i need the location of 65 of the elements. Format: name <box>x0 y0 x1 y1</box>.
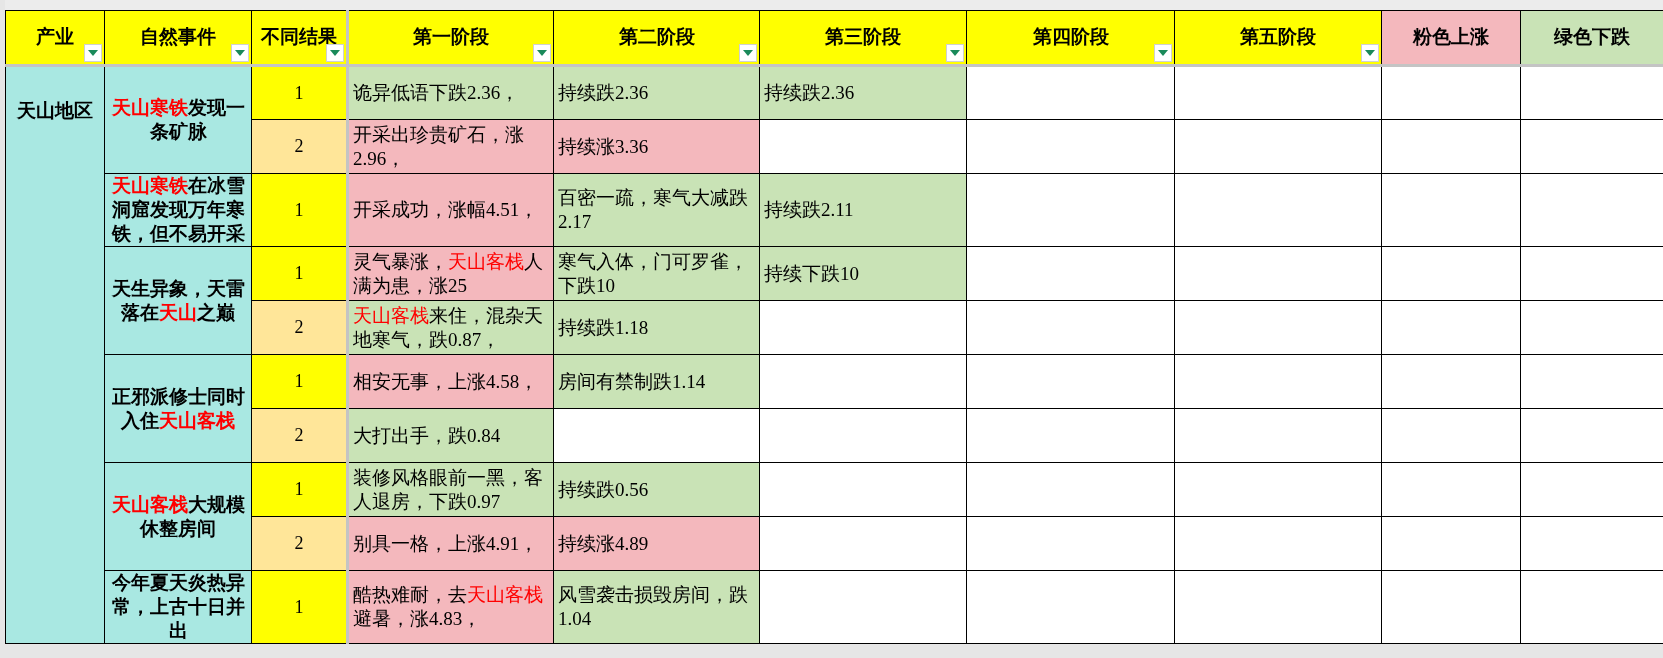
filter-dropdown-button[interactable] <box>84 44 102 62</box>
stage-cell: 灵气暴涨，天山客栈人满为患，涨25 <box>347 246 554 301</box>
stage-cell: 酷热难耐，去天山客栈 避暑，涨4.83， <box>347 570 554 644</box>
event-cell: 天生异象，天雷落在天山之巅 <box>104 246 252 355</box>
caret-icon <box>1365 50 1375 56</box>
stage-cell: 持续涨3.36 <box>553 119 760 174</box>
result-cell: 1 <box>251 173 348 247</box>
result-cell: 2 <box>251 119 348 174</box>
industry-cell: 天山地区 <box>5 65 105 644</box>
caret-icon <box>950 50 960 56</box>
stage-cell: 装修风格眼前一黑，客人退房，下跌0.97 <box>347 462 554 517</box>
column-header: 第五阶段 <box>1174 10 1382 66</box>
event-cell: 天山寒铁发现一条矿脉 <box>104 65 252 174</box>
stage-cell: 相安无事，上涨4.58， <box>347 354 554 409</box>
stage-cell: 房间有禁制跌1.14 <box>553 354 760 409</box>
stage-cell: 持续跌2.36 <box>759 65 967 120</box>
result-cell: 1 <box>251 246 348 301</box>
column-header: 产业 <box>5 10 105 66</box>
result-cell: 1 <box>251 462 348 517</box>
stage-cell: 开采成功，涨幅4.51， <box>347 173 554 247</box>
stage-cell: 风雪袭击损毁房间，跌1.04 <box>553 570 760 644</box>
filter-dropdown-button[interactable] <box>739 44 757 62</box>
result-cell: 2 <box>251 516 348 571</box>
event-cell: 正邪派修士同时入住天山客栈 <box>104 354 252 463</box>
stage-cell: 持续跌2.11 <box>759 173 967 247</box>
stage-cell: 持续跌2.36 <box>553 65 760 120</box>
event-cell: 天山寒铁在冰雪洞窟发现万年寒铁，但不易开采 <box>104 173 252 247</box>
column-header: 不同结果 <box>251 10 348 66</box>
column-header: 第三阶段 <box>759 10 967 66</box>
stage-cell: 别具一格，上涨4.91， <box>347 516 554 571</box>
stage-cell: 诡异低语下跌2.36， <box>347 65 554 120</box>
event-cell: 天山客栈大规模休整房间 <box>104 462 252 571</box>
result-cell: 1 <box>251 570 348 644</box>
stage-cell: 开采出珍贵矿石，涨2.96， <box>347 119 554 174</box>
stage-cell: 持续下跌10 <box>759 246 967 301</box>
column-header: 第二阶段 <box>553 10 760 66</box>
filter-dropdown-button[interactable] <box>1361 44 1379 62</box>
column-header: 粉色上涨 <box>1381 10 1521 66</box>
stage-cell: 持续跌0.56 <box>553 462 760 517</box>
caret-icon <box>330 50 340 56</box>
filter-dropdown-button[interactable] <box>1154 44 1172 62</box>
column-header: 第一阶段 <box>347 10 554 66</box>
caret-icon <box>537 50 547 56</box>
filter-dropdown-button[interactable] <box>231 44 249 62</box>
filter-dropdown-button[interactable] <box>326 44 344 62</box>
caret-icon <box>235 50 245 56</box>
result-cell: 1 <box>251 65 348 120</box>
event-cell: 今年夏天炎热异常，上古十日并出 <box>104 570 252 644</box>
filter-dropdown-button[interactable] <box>946 44 964 62</box>
filter-dropdown-button[interactable] <box>533 44 551 62</box>
caret-icon <box>1158 50 1168 56</box>
column-header: 自然事件 <box>104 10 252 66</box>
column-header: 第四阶段 <box>966 10 1175 66</box>
caret-icon <box>743 50 753 56</box>
result-cell: 2 <box>251 408 348 463</box>
caret-icon <box>88 50 98 56</box>
stage-cell: 寒气入体，门可罗雀，下跌10 <box>553 246 760 301</box>
stage-cell: 百密一疏，寒气大减跌2.17 <box>553 173 760 247</box>
result-cell: 2 <box>251 300 348 355</box>
stage-cell: 天山客栈来住，混杂天地寒气，跌0.87， <box>347 300 554 355</box>
stage-cell: 大打出手，跌0.84 <box>347 408 554 463</box>
result-cell: 1 <box>251 354 348 409</box>
stage-cell: 持续涨4.89 <box>553 516 760 571</box>
column-header: 绿色下跌 <box>1520 10 1663 66</box>
stage-cell: 持续跌1.18 <box>553 300 760 355</box>
